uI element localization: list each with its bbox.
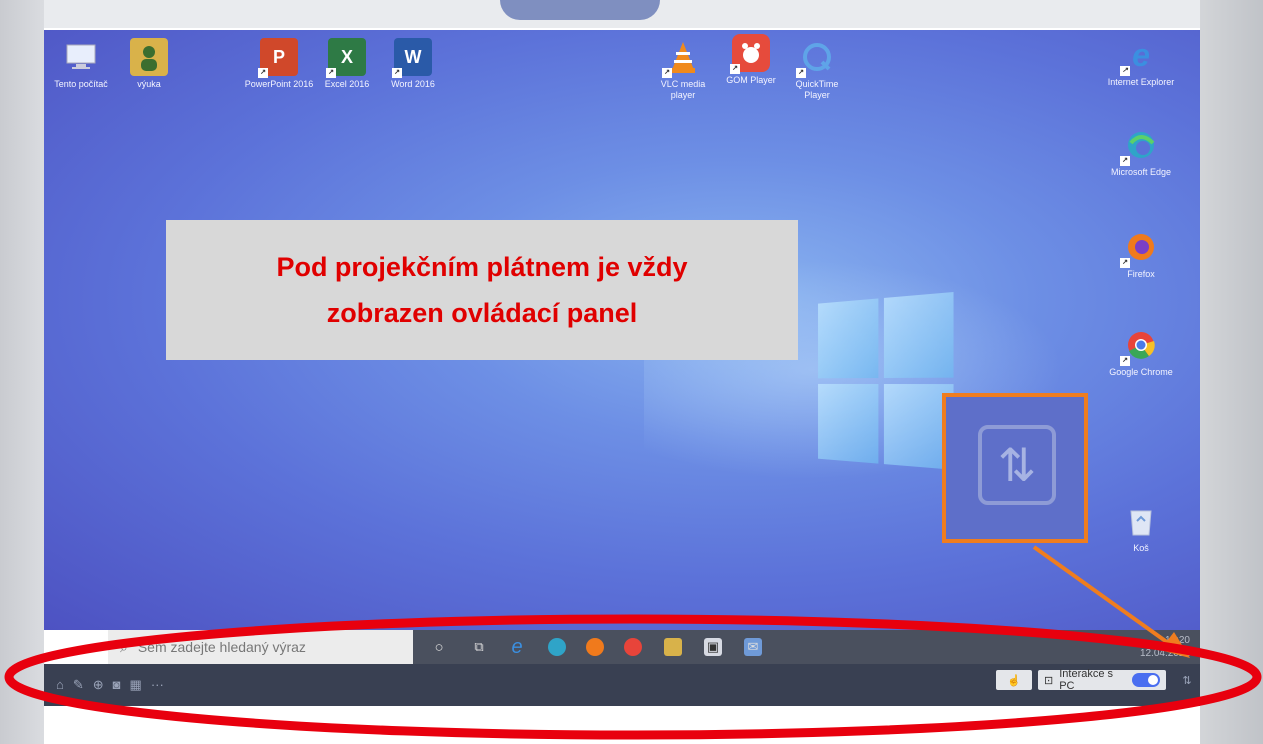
red-ellipse (4, 614, 1262, 740)
photo-stage: Tento počítač výuka P ↗ PowerPoint 2016 … (0, 0, 1263, 744)
annotation-overlay (4, 545, 1262, 740)
